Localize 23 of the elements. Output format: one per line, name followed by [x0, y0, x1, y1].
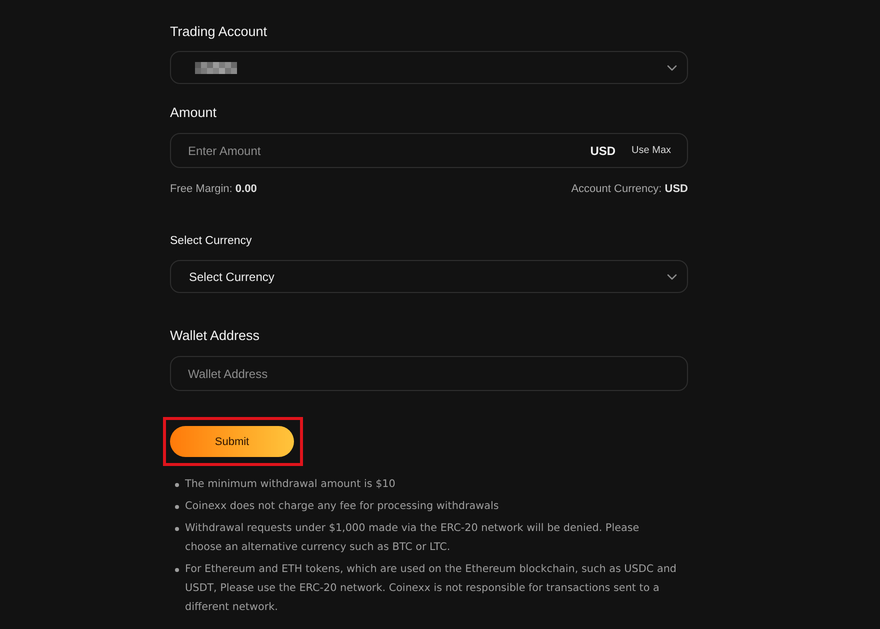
- currency-unit: USD: [590, 144, 616, 158]
- bullet-icon: [175, 483, 179, 487]
- wallet-address-field[interactable]: Wallet Address: [170, 356, 688, 391]
- chevron-down-icon: [667, 64, 677, 70]
- note-text: The minimum withdrawal amount is $10: [185, 477, 396, 492]
- note-text: For Ethereum and ETH tokens, which are used on the Ethereum blockchain, such as USDC and USDT, Please use the ERC-20 network. Coinexx is not responsible for transactions sent to a different network.: [185, 562, 678, 615]
- amount-label: Amount: [170, 105, 218, 121]
- submit-button[interactable]: Submit: [170, 426, 294, 457]
- currency-label: Select Currency: [170, 234, 253, 248]
- amount-field[interactable]: Enter Amount USD Use Max: [170, 133, 688, 168]
- currency-select[interactable]: Select Currency: [170, 260, 688, 293]
- trading-account-select[interactable]: [170, 51, 688, 84]
- bullet-icon: [175, 527, 179, 531]
- bullet-icon: [175, 505, 179, 509]
- wallet-address-label: Wallet Address: [170, 328, 261, 344]
- bullet-icon: [175, 568, 179, 572]
- account-currency-text: Account Currency: USD: [571, 182, 688, 196]
- note-text: Coinexx does not charge any fee for processing withdrawals: [185, 499, 500, 514]
- use-max-button[interactable]: Use Max: [632, 145, 671, 156]
- note-text: Withdrawal requests under $1,000 made via the ERC-20 network will be denied. Please choose an alternative currency such as BTC or LTC.: [185, 521, 640, 555]
- trading-account-label: Trading Account: [170, 24, 268, 40]
- chevron-down-icon: [667, 274, 677, 280]
- free-margin-text: Free Margin: 0.00: [170, 182, 257, 196]
